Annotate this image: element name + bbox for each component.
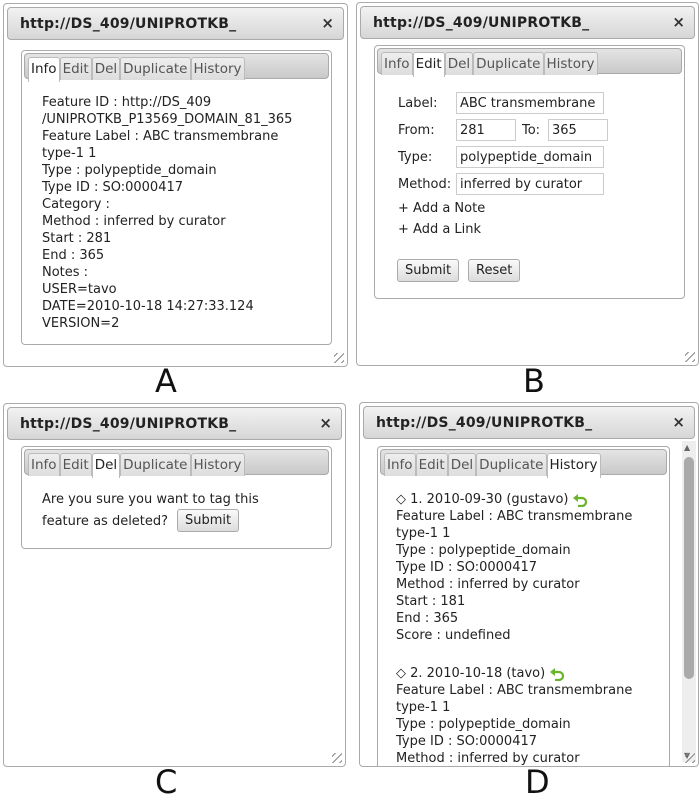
- panel-label-d: D: [525, 763, 550, 801]
- tab-info[interactable]: Info: [384, 453, 416, 476]
- vertical-scrollbar[interactable]: ▲ ▼: [682, 441, 696, 762]
- dialog-titlebar[interactable]: http://DS_409/UNIPROTKB_ ×: [360, 6, 695, 39]
- dialog-titlebar[interactable]: http://DS_409/UNIPROTKB_ ×: [7, 407, 342, 440]
- close-icon[interactable]: ×: [319, 414, 332, 432]
- tab-del[interactable]: Del: [91, 453, 121, 478]
- add-link-link[interactable]: + Add a Link: [398, 222, 481, 237]
- tab-history[interactable]: History: [190, 57, 245, 80]
- tab-panel: Info Edit Del Duplicate History Are you …: [21, 446, 332, 549]
- tab-info[interactable]: Info: [28, 57, 60, 82]
- revert-icon[interactable]: [549, 667, 565, 681]
- add-note-link[interactable]: + Add a Note: [398, 201, 485, 216]
- tab-bar: Info Edit Del Duplicate History: [377, 48, 682, 77]
- history-entry: ◇ 1. 2010-09-30 (gustavo) Feature Label …: [396, 491, 632, 644]
- dialog-title: http://DS_409/UNIPROTKB_: [20, 416, 237, 432]
- delete-confirm-text-2: feature as deleted?: [42, 514, 169, 529]
- tab-edit[interactable]: Edit: [59, 57, 92, 80]
- tab-history[interactable]: History: [543, 52, 598, 75]
- reset-button[interactable]: Reset: [468, 259, 521, 282]
- dialog-title: http://DS_409/UNIPROTKB_: [20, 16, 237, 32]
- tab-duplicate[interactable]: Duplicate: [120, 57, 191, 80]
- panel-label-c: C: [155, 763, 178, 801]
- resize-handle-icon[interactable]: [685, 753, 695, 763]
- tab-history[interactable]: History: [190, 453, 245, 476]
- scroll-thumb[interactable]: [684, 457, 694, 679]
- dialog-del: http://DS_409/UNIPROTKB_ × Info Edit Del…: [3, 403, 346, 767]
- dialog-edit: http://DS_409/UNIPROTKB_ × Info Edit Del…: [356, 2, 699, 366]
- dialog-title: http://DS_409/UNIPROTKB_: [376, 415, 593, 431]
- tab-del[interactable]: Del: [447, 453, 477, 476]
- tab-duplicate[interactable]: Duplicate: [473, 52, 544, 75]
- tab-panel: Info Edit Del Duplicate History Feature …: [21, 50, 332, 345]
- tab-info[interactable]: Info: [28, 453, 60, 476]
- panel-label-b: B: [523, 362, 545, 400]
- dialog-titlebar[interactable]: http://DS_409/UNIPROTKB_ ×: [363, 406, 695, 439]
- delete-confirm-text: Are you sure you want to tag this: [42, 492, 259, 507]
- tab-panel: Info Edit Del Duplicate History ◇ 1. 201…: [377, 446, 670, 766]
- history-entry-details: Feature Label : ABC transmembrane type-1…: [396, 683, 633, 766]
- close-icon[interactable]: ×: [672, 413, 685, 431]
- dialog-title: http://DS_409/UNIPROTKB_: [373, 15, 590, 31]
- tab-edit[interactable]: Edit: [59, 453, 92, 476]
- to-field-label: To:: [522, 123, 541, 138]
- tab-del[interactable]: Del: [444, 52, 474, 75]
- resize-handle-icon[interactable]: [685, 352, 695, 362]
- resize-handle-icon[interactable]: [334, 353, 344, 363]
- close-icon[interactable]: ×: [672, 13, 685, 31]
- tab-panel: Info Edit Del Duplicate History Label: F…: [374, 45, 685, 299]
- method-field-label: Method:: [398, 177, 452, 192]
- submit-button[interactable]: Submit: [397, 259, 460, 282]
- tab-history[interactable]: History: [546, 453, 601, 478]
- history-entry-details: Feature Label : ABC transmembrane type-1…: [396, 509, 633, 643]
- dialog-history: http://DS_409/UNIPROTKB_ × Info Edit Del…: [359, 402, 699, 767]
- dialog-info: http://DS_409/UNIPROTKB_ × Info Edit Del…: [3, 3, 348, 367]
- label-field[interactable]: [456, 92, 604, 114]
- panel-label-a: A: [155, 362, 177, 400]
- tab-bar: Info Edit Del Duplicate History: [24, 53, 329, 82]
- label-field-label: Label:: [398, 96, 438, 111]
- scroll-up-icon[interactable]: ▲: [684, 443, 690, 452]
- tab-bar: Info Edit Del Duplicate History: [24, 449, 329, 478]
- resize-handle-icon[interactable]: [332, 753, 342, 763]
- tab-duplicate[interactable]: Duplicate: [120, 453, 191, 476]
- feature-info-text: Feature ID : http://DS_409 /UNIPROTKB_P1…: [42, 95, 293, 331]
- tab-edit[interactable]: Edit: [412, 52, 445, 77]
- to-field[interactable]: [548, 119, 608, 141]
- tab-edit[interactable]: Edit: [415, 453, 448, 476]
- revert-icon[interactable]: [572, 493, 588, 507]
- from-field[interactable]: [456, 119, 516, 141]
- type-field-label: Type:: [398, 150, 433, 165]
- close-icon[interactable]: ×: [321, 14, 334, 32]
- tab-duplicate[interactable]: Duplicate: [476, 453, 547, 476]
- tab-bar: Info Edit Del Duplicate History: [380, 449, 667, 478]
- history-entry: ◇ 2. 2010-10-18 (tavo) Feature Label : A…: [396, 665, 633, 766]
- history-entry-heading: ◇ 1. 2010-09-30 (gustavo): [396, 492, 569, 507]
- from-field-label: From:: [398, 123, 435, 138]
- tab-del[interactable]: Del: [91, 57, 121, 80]
- dialog-titlebar[interactable]: http://DS_409/UNIPROTKB_ ×: [7, 7, 344, 40]
- type-field[interactable]: [456, 146, 604, 168]
- tab-info[interactable]: Info: [381, 52, 413, 75]
- history-entry-heading: ◇ 2. 2010-10-18 (tavo): [396, 666, 546, 681]
- method-field[interactable]: [456, 173, 604, 195]
- delete-submit-button[interactable]: Submit: [177, 509, 240, 532]
